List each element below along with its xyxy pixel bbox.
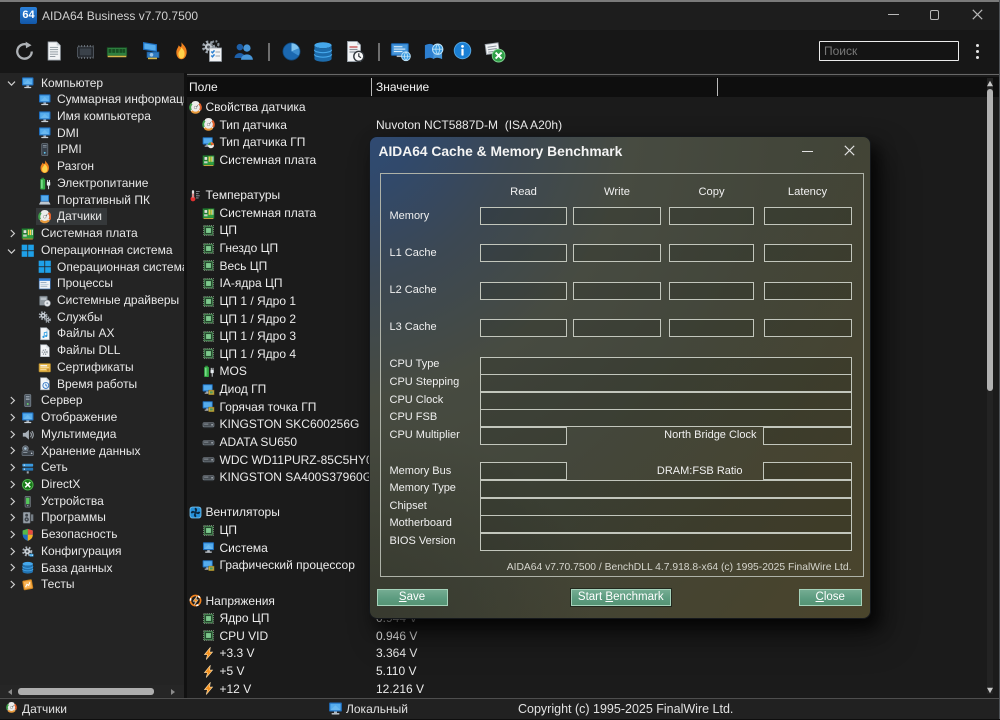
svg-text:CA: CA <box>30 554 34 557</box>
